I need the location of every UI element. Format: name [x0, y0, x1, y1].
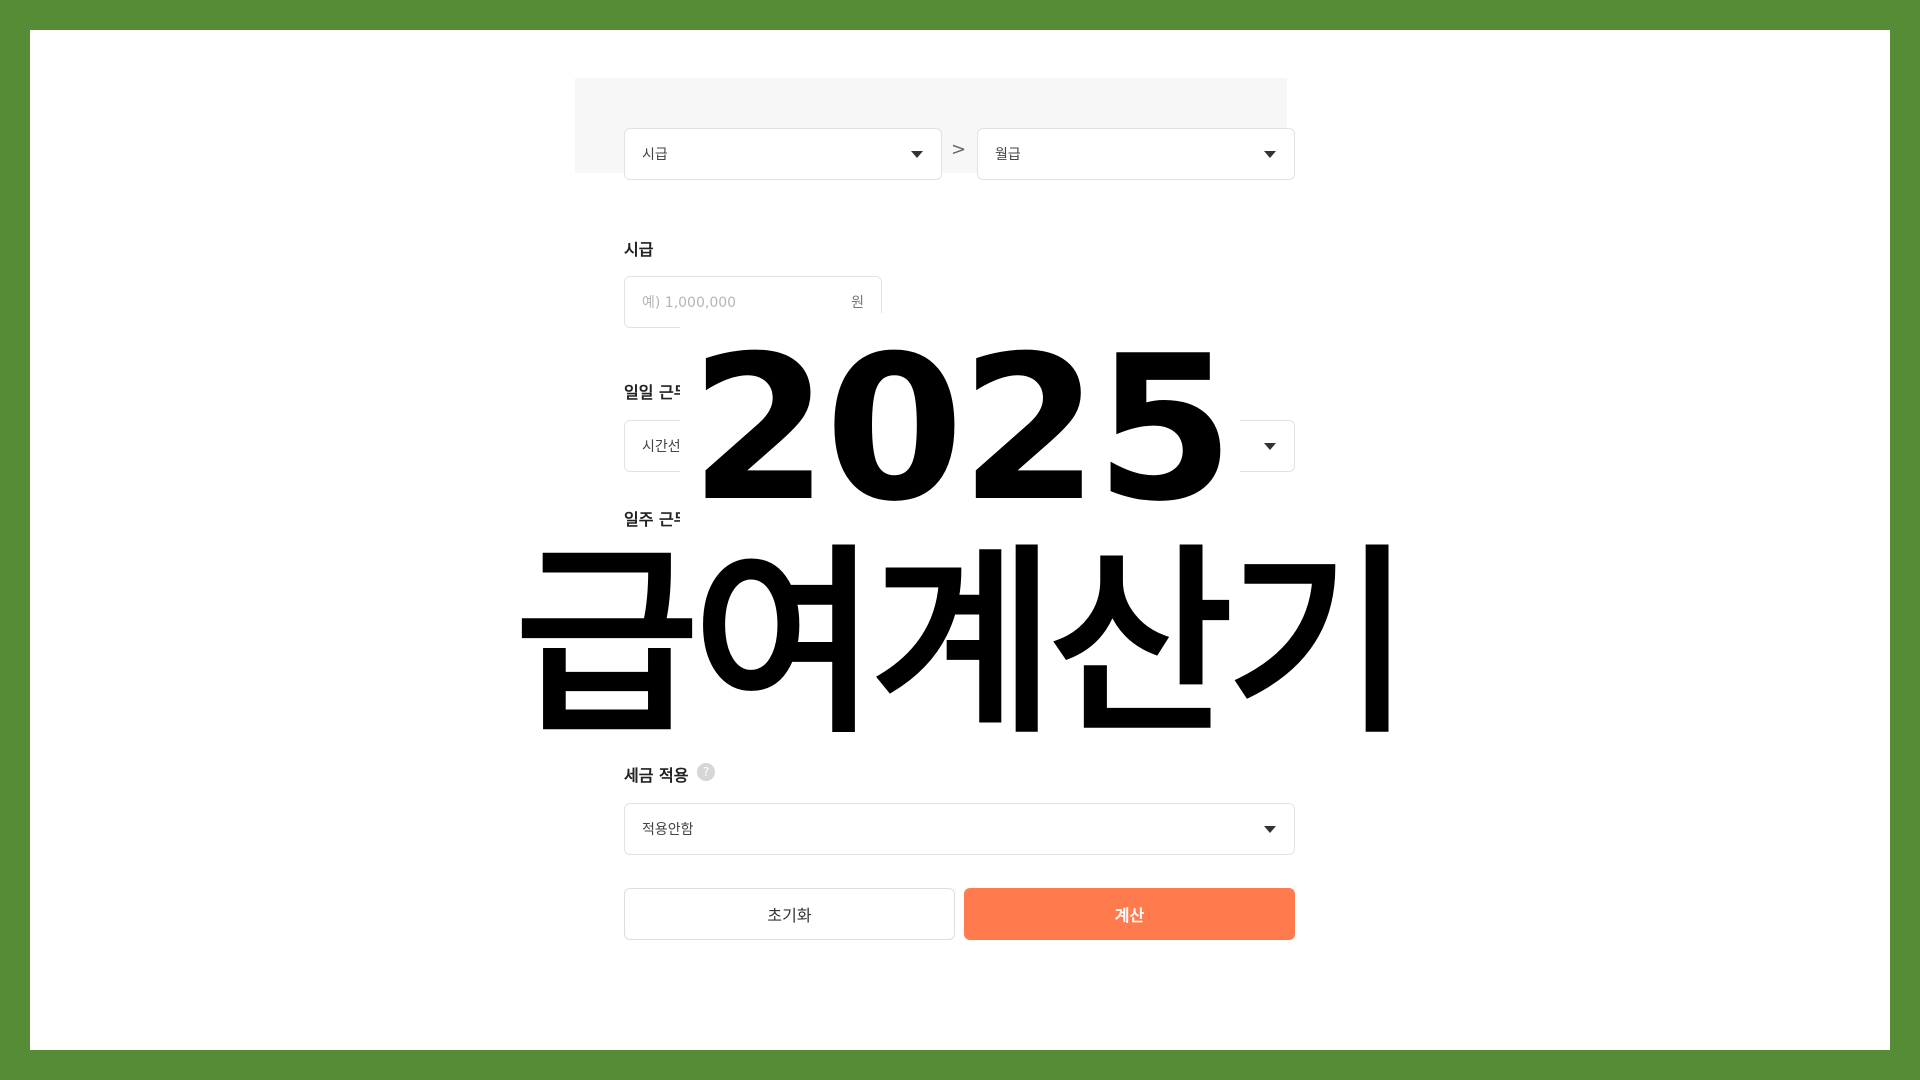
- chevron-down-icon: [1264, 443, 1276, 450]
- wage-unit: 원: [851, 295, 864, 311]
- from-unit-select[interactable]: 시급: [624, 128, 942, 180]
- convert-arrow-icon: >: [951, 139, 967, 160]
- daily-hours-select[interactable]: 시간선택: [624, 420, 1295, 472]
- daily-hours-label: 일일 근무시간: [624, 383, 718, 402]
- chevron-down-icon: [911, 151, 923, 158]
- tax-select[interactable]: 적용안함: [624, 803, 1295, 855]
- tax-label: 세금 적용: [624, 766, 689, 785]
- extra-select[interactable]: [624, 674, 1295, 726]
- to-unit-select[interactable]: 월급: [977, 128, 1295, 180]
- wage-placeholder: 예) 1,000,000: [642, 295, 737, 311]
- calculate-button[interactable]: 계산: [964, 888, 1295, 940]
- chevron-down-icon: [1264, 151, 1276, 158]
- from-unit-value: 시급: [642, 147, 668, 163]
- daily-hours-value: 시간선택: [642, 439, 694, 455]
- reset-button[interactable]: 초기화: [624, 888, 955, 940]
- chevron-down-icon: [1264, 826, 1276, 833]
- wage-input[interactable]: 예) 1,000,000 원: [624, 276, 882, 328]
- to-unit-value: 월급: [995, 147, 1021, 163]
- weekly-days-select[interactable]: [624, 546, 1295, 598]
- weekly-days-label: 일주 근무일수: [624, 510, 718, 529]
- tax-value: 적용안함: [642, 822, 694, 838]
- chevron-down-icon: [1264, 697, 1276, 704]
- wage-label: 시급: [624, 240, 654, 259]
- chevron-down-icon: [1264, 569, 1276, 576]
- help-icon[interactable]: ?: [697, 763, 715, 781]
- page-frame: [30, 30, 1890, 1050]
